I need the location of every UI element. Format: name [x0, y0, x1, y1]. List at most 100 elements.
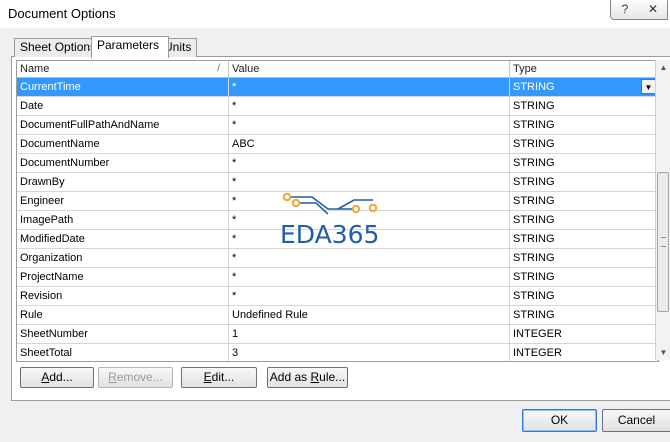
param-type-cell[interactable]: INTEGER — [510, 344, 658, 361]
param-type-text: STRING — [513, 290, 555, 302]
add-as-rule-button[interactable]: Add as Rule... — [267, 367, 348, 388]
param-value-cell[interactable]: * — [229, 287, 510, 306]
button-label-suffix: emove... — [116, 370, 163, 384]
watermark-logo: EDA365 — [278, 190, 393, 252]
param-type-text: STRING — [513, 214, 555, 226]
param-type-text: STRING — [513, 119, 555, 131]
column-label: Name — [20, 63, 50, 75]
param-name-cell[interactable]: DrawnBy — [17, 173, 229, 192]
param-type-cell[interactable]: STRING — [510, 268, 658, 287]
param-name-cell[interactable]: SheetNumber — [17, 325, 229, 344]
remove-button[interactable]: Remove... — [98, 367, 173, 388]
tab-sheet-options[interactable]: Sheet Options — [14, 38, 103, 57]
param-name-cell[interactable]: DocumentNumber — [17, 154, 229, 173]
param-value-cell[interactable]: ABC — [229, 135, 510, 154]
table-row[interactable]: DocumentName ABC STRING — [17, 135, 658, 154]
table-row[interactable]: Rule Undefined Rule STRING — [17, 306, 658, 325]
table-row[interactable]: Revision * STRING — [17, 287, 658, 306]
table-row[interactable]: SheetTotal 3 INTEGER — [17, 344, 658, 361]
circuit-trace-icon — [282, 192, 378, 215]
param-type-text: STRING — [513, 233, 555, 245]
ok-button[interactable]: OK — [522, 409, 597, 432]
param-value-cell[interactable]: * — [229, 97, 510, 116]
param-name-cell[interactable]: DocumentFullPathAndName — [17, 116, 229, 135]
param-type-text: STRING — [513, 100, 555, 112]
table-row[interactable]: SheetNumber 1 INTEGER — [17, 325, 658, 344]
param-type-text: STRING — [513, 252, 555, 264]
scroll-up-icon[interactable]: ▲ — [656, 60, 670, 75]
param-value-cell[interactable]: Undefined Rule — [229, 306, 510, 325]
param-type-cell[interactable]: STRING — [510, 97, 658, 116]
param-type-cell[interactable]: STRING — [510, 287, 658, 306]
table-row[interactable]: DocumentFullPathAndName * STRING — [17, 116, 658, 135]
cancel-button[interactable]: Cancel — [602, 409, 670, 432]
param-name-cell[interactable]: SheetTotal — [17, 344, 229, 361]
param-type-text: INTEGER — [513, 328, 562, 340]
param-name-cell[interactable]: CurrentTime — [17, 78, 229, 97]
param-type-cell[interactable]: STRING — [510, 154, 658, 173]
title-bar: Document Options ? ✕ — [0, 0, 670, 28]
param-type-cell[interactable]: STRING — [510, 173, 658, 192]
param-type-cell[interactable]: STRING — [510, 192, 658, 211]
table-row[interactable]: Date * STRING — [17, 97, 658, 116]
param-type-cell[interactable]: STRING — [510, 249, 658, 268]
param-type-text: STRING — [513, 195, 555, 207]
param-type-cell[interactable]: STRING — [510, 306, 658, 325]
column-header-type[interactable]: Type — [510, 61, 658, 77]
button-label-prefix: Add as — [269, 370, 311, 384]
scroll-down-icon[interactable]: ▼ — [656, 345, 670, 360]
param-name-cell[interactable]: Date — [17, 97, 229, 116]
param-type-text: STRING — [513, 138, 555, 150]
param-type-text: STRING — [513, 271, 555, 283]
param-value-cell[interactable]: 3 — [229, 344, 510, 361]
param-value-cell[interactable]: * — [229, 268, 510, 287]
table-row[interactable]: DocumentNumber * STRING — [17, 154, 658, 173]
param-type-text: STRING — [513, 157, 555, 169]
button-accel-key: R — [310, 370, 320, 384]
button-accel-key: R — [108, 370, 117, 384]
param-name-cell[interactable]: ProjectName — [17, 268, 229, 287]
param-value-cell[interactable]: * — [229, 154, 510, 173]
button-label-suffix: ule... — [319, 370, 346, 384]
param-type-cell[interactable]: STRING — [510, 135, 658, 154]
table-row[interactable]: ProjectName * STRING — [17, 268, 658, 287]
button-label-suffix: dit... — [211, 370, 235, 384]
type-dropdown-icon[interactable]: ▼ — [641, 79, 656, 94]
scroll-thumb[interactable] — [657, 172, 669, 312]
table-row[interactable]: CurrentTime * STRING ▼ — [17, 78, 658, 97]
param-name-cell[interactable]: ImagePath — [17, 211, 229, 230]
param-name-cell[interactable]: DocumentName — [17, 135, 229, 154]
param-type-cell[interactable]: STRING — [510, 116, 658, 135]
edit-button[interactable]: Edit... — [181, 367, 257, 388]
column-header-value[interactable]: Value — [229, 61, 510, 77]
param-type-text: STRING — [513, 176, 555, 188]
param-value-cell[interactable]: 1 — [229, 325, 510, 344]
help-icon: ? — [621, 2, 629, 16]
table-header: Name / Value Type — [17, 61, 658, 78]
param-name-cell[interactable]: Revision — [17, 287, 229, 306]
grip-icon — [661, 237, 666, 247]
param-value-cell[interactable]: * — [229, 116, 510, 135]
param-type-cell[interactable]: STRING — [510, 230, 658, 249]
help-button[interactable]: ? — [610, 0, 640, 20]
button-accel-key: E — [203, 370, 212, 384]
vertical-scrollbar[interactable]: ▲ ▼ — [655, 60, 670, 360]
param-value-cell[interactable]: * — [229, 78, 510, 97]
param-type-cell[interactable]: INTEGER — [510, 325, 658, 344]
close-icon: ✕ — [647, 2, 659, 16]
button-label-suffix: dd... — [49, 370, 73, 384]
tab-parameters[interactable]: Parameters — [91, 36, 169, 58]
close-button[interactable]: ✕ — [639, 0, 668, 20]
param-type-cell[interactable]: STRING ▼ — [510, 78, 658, 97]
watermark-text: EDA365 — [280, 220, 380, 249]
param-name-cell[interactable]: Engineer — [17, 192, 229, 211]
sort-icon: / — [217, 63, 220, 74]
param-type-text: INTEGER — [513, 347, 562, 359]
param-name-cell[interactable]: Rule — [17, 306, 229, 325]
param-type-cell[interactable]: STRING — [510, 211, 658, 230]
param-name-cell[interactable]: Organization — [17, 249, 229, 268]
add-button[interactable]: Add... — [20, 367, 94, 388]
param-name-cell[interactable]: ModifiedDate — [17, 230, 229, 249]
param-type-text: STRING — [513, 309, 555, 321]
column-header-name[interactable]: Name / — [17, 61, 229, 77]
